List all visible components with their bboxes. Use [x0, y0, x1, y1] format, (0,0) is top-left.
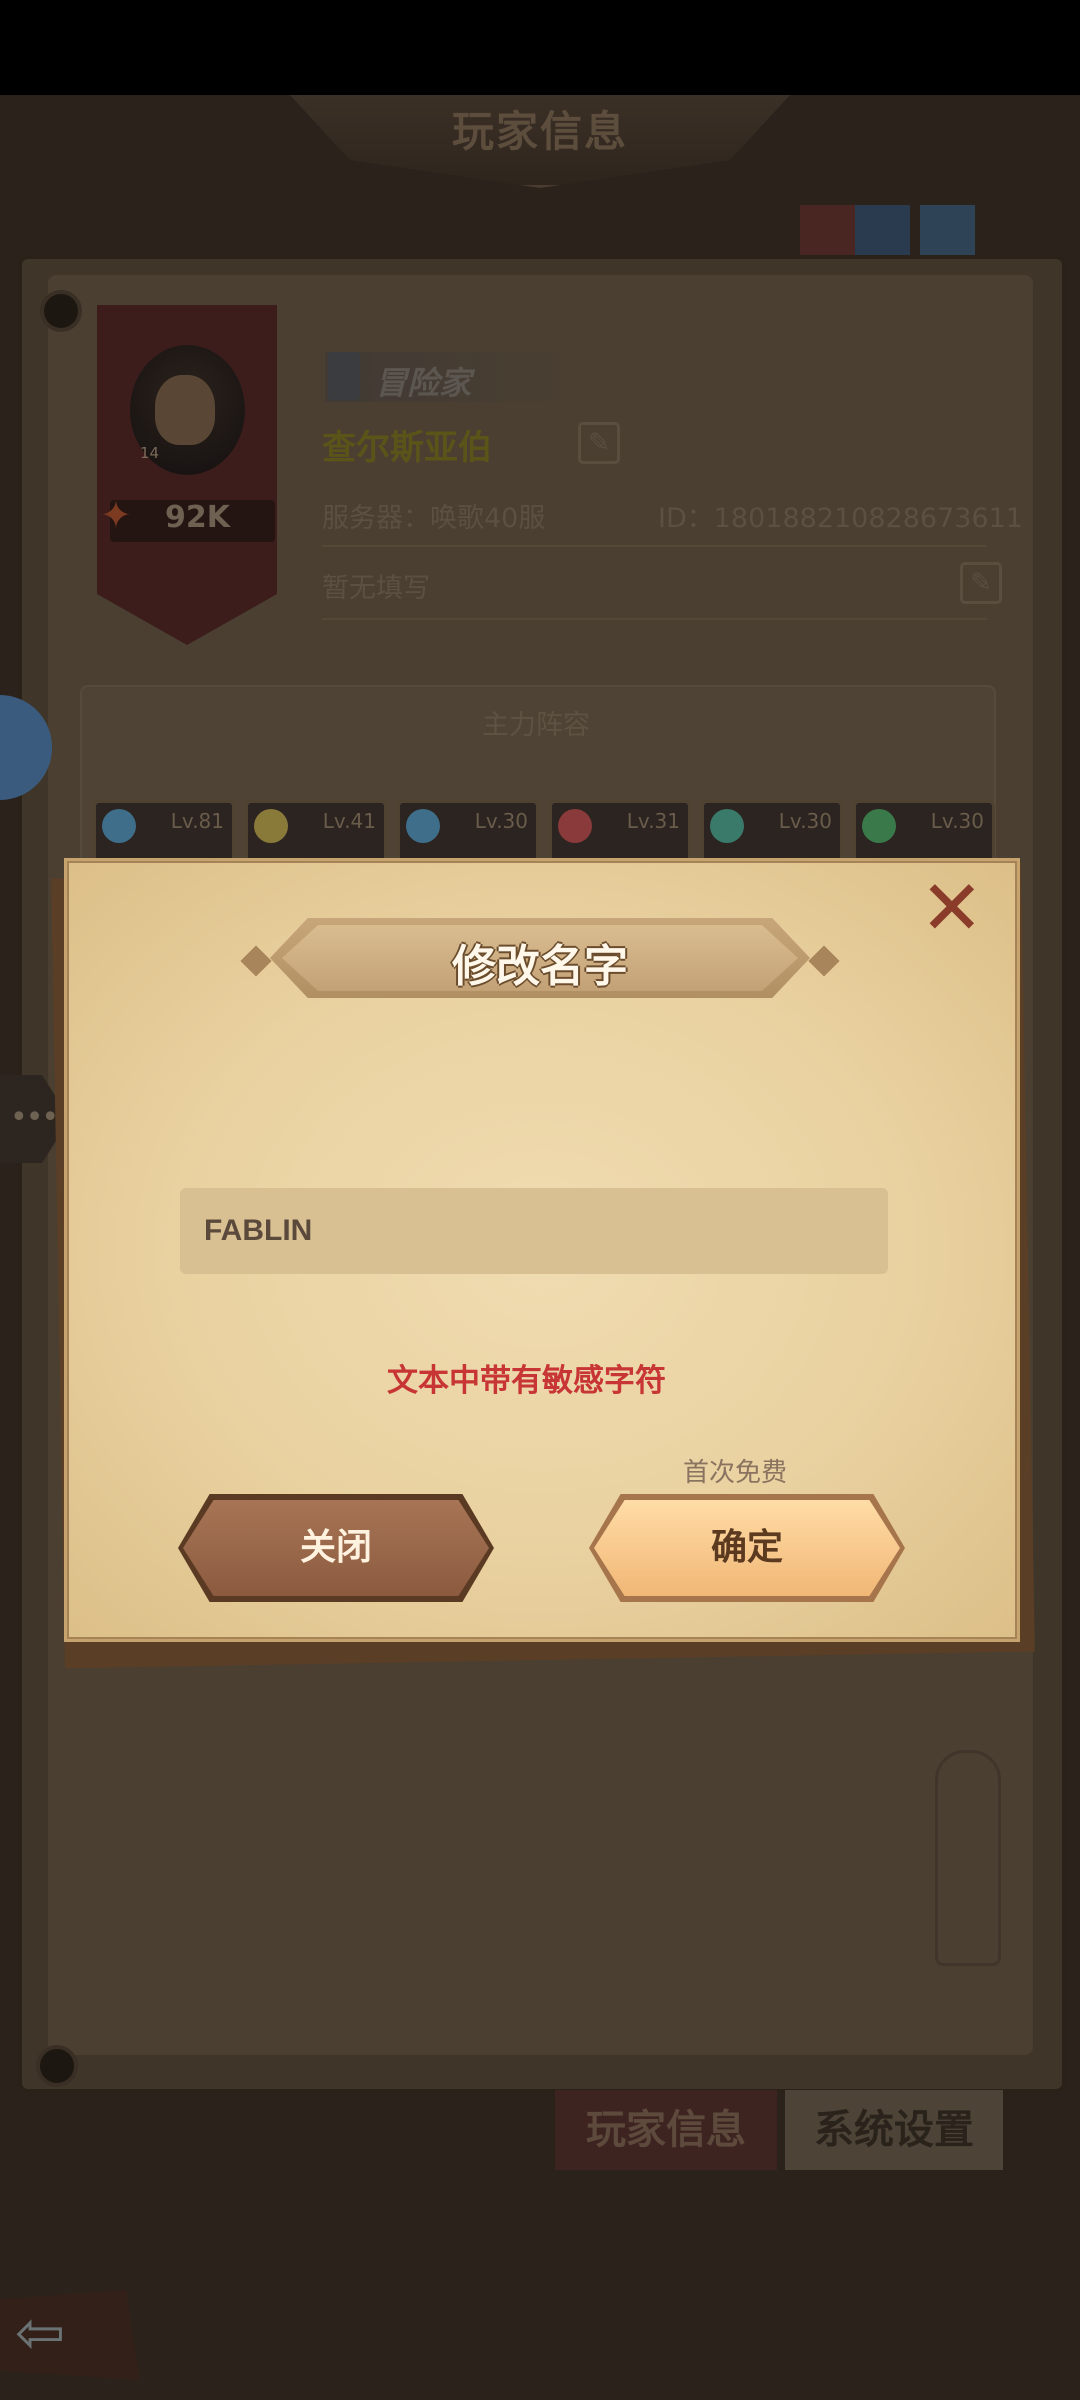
- dialog-title: 修改名字: [452, 941, 628, 992]
- status-bar: [0, 0, 1080, 95]
- close-button[interactable]: 关闭: [183, 1500, 489, 1596]
- close-icon[interactable]: ✕: [920, 870, 984, 946]
- name-input[interactable]: FABLIN: [180, 1188, 888, 1274]
- free-note: 首次免费: [682, 1458, 787, 1488]
- error-message: 文本中带有敏感字符: [387, 1363, 666, 1399]
- confirm-button[interactable]: 确定: [594, 1500, 900, 1596]
